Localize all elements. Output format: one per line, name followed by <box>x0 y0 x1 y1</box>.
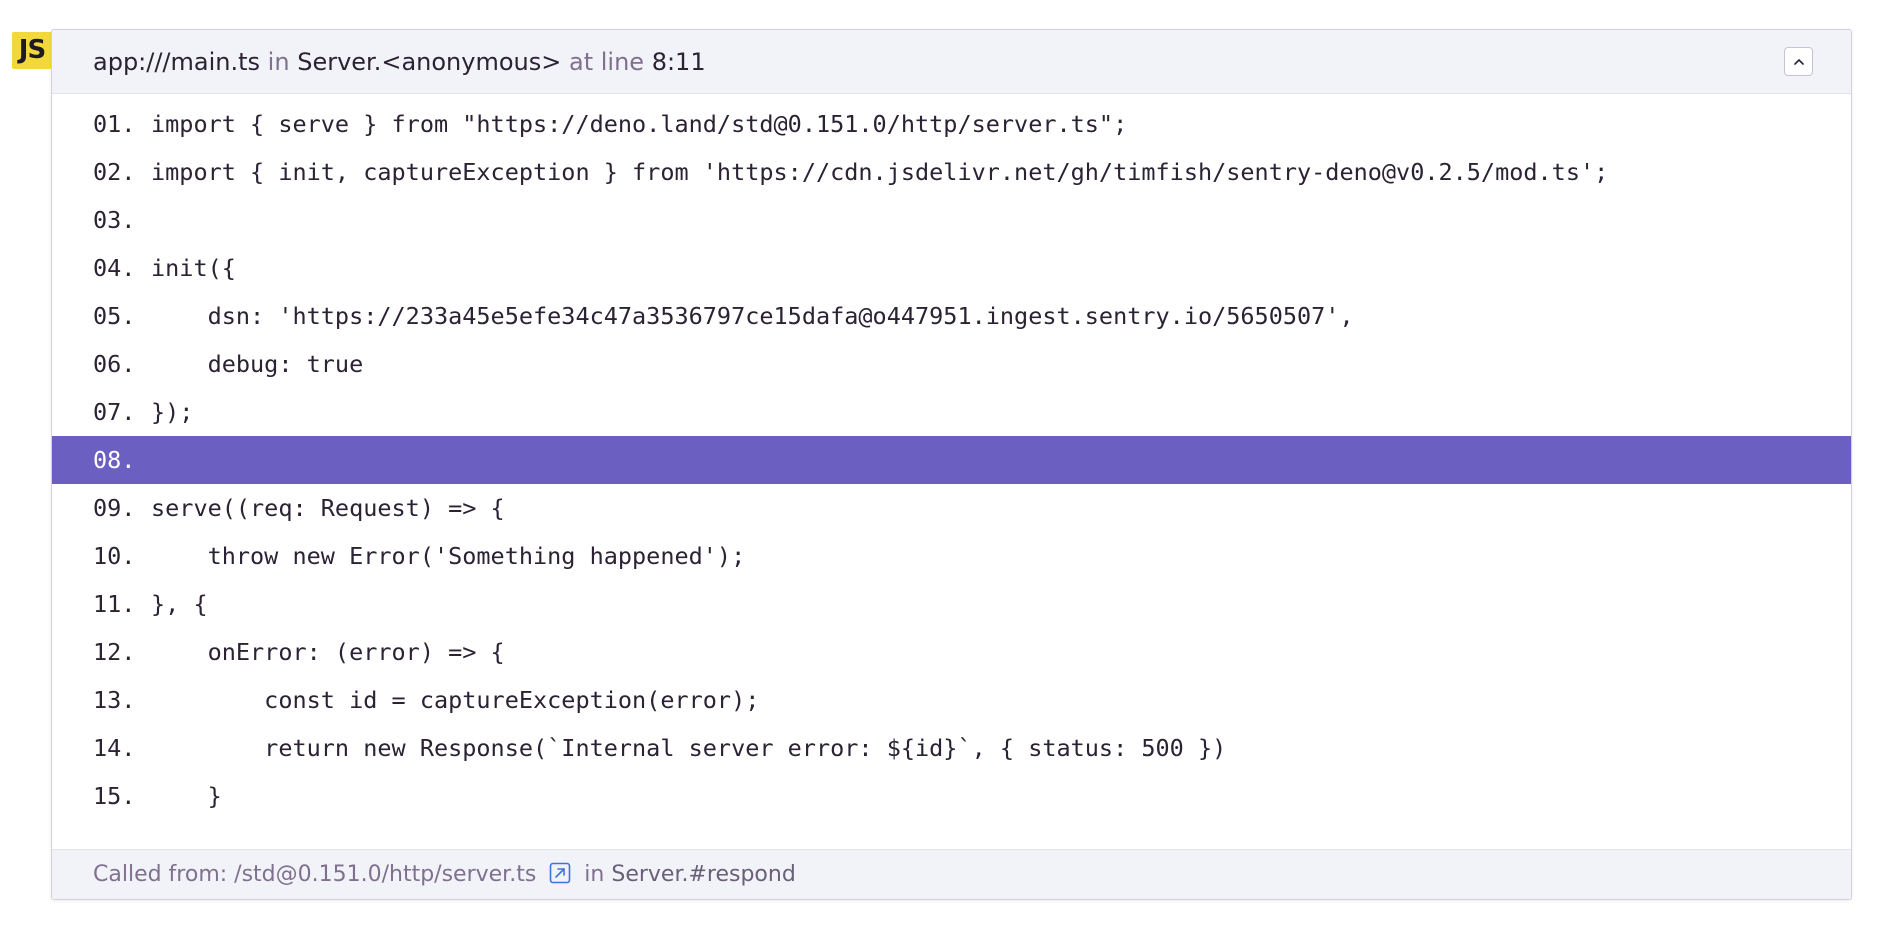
code-line: 10. throw new Error('Something happened'… <box>52 532 1851 580</box>
code-line: 02. import { init, captureException } fro… <box>52 148 1851 196</box>
line-code: } <box>151 782 222 810</box>
called-from-label: Called from: /std@0.151.0/http/server.ts <box>93 862 537 887</box>
line-code: return new Response(`Internal server err… <box>151 734 1227 762</box>
line-number: 09. <box>93 494 136 522</box>
code-line: 03. <box>52 196 1851 244</box>
code-line: 06. debug: true <box>52 340 1851 388</box>
collapse-button[interactable] <box>1784 47 1813 76</box>
line-number: 01. <box>93 110 136 138</box>
line-number: 07. <box>93 398 136 426</box>
line-code: dsn: 'https://233a45e5efe34c47a3536797ce… <box>151 302 1354 330</box>
code-line: 04. init({ <box>52 244 1851 292</box>
code-line: 12. onError: (error) => { <box>52 628 1851 676</box>
code-line: 09. serve((req: Request) => { <box>52 484 1851 532</box>
line-code: serve((req: Request) => { <box>151 494 505 522</box>
code-line: 11. }, { <box>52 580 1851 628</box>
line-code: import { init, captureException } from '… <box>151 158 1609 186</box>
frame-filename: app:///main.ts <box>93 48 261 76</box>
line-code: init({ <box>151 254 236 282</box>
line-code: debug: true <box>151 350 364 378</box>
code-line: 15. } <box>52 772 1851 820</box>
line-code: }, { <box>151 590 208 618</box>
line-number: 08. <box>93 446 136 474</box>
line-code: }); <box>151 398 194 426</box>
line-number: 14. <box>93 734 136 762</box>
line-code: onError: (error) => { <box>151 638 505 666</box>
stack-frame: app:///main.ts in Server.<anonymous> at … <box>51 29 1852 900</box>
line-number: 03. <box>93 206 136 234</box>
footer-in-label: in <box>584 862 605 887</box>
line-code: import { serve } from "https://deno.land… <box>151 110 1128 138</box>
code-context: 01. import { serve } from "https://deno.l… <box>52 94 1851 820</box>
external-link-icon[interactable] <box>549 862 571 884</box>
frame-function: Server.<anonymous> <box>297 48 562 76</box>
code-line: 01. import { serve } from "https://deno.l… <box>52 100 1851 148</box>
code-line: 14. return new Response(`Internal server… <box>52 724 1851 772</box>
line-number: 04. <box>93 254 136 282</box>
frame-title: app:///main.ts in Server.<anonymous> at … <box>93 30 706 94</box>
line-number: 05. <box>93 302 136 330</box>
code-line: 13. const id = captureException(error); <box>52 676 1851 724</box>
line-number: 10. <box>93 542 136 570</box>
line-number: 13. <box>93 686 136 714</box>
caller-function: Server.#respond <box>611 862 796 887</box>
line-code: const id = captureException(error); <box>151 686 760 714</box>
chevron-up-icon <box>1793 58 1804 65</box>
platform-js-icon: JS <box>12 32 52 69</box>
code-line: 07.}); <box>52 388 1851 436</box>
line-number: 06. <box>93 350 136 378</box>
line-number: 02. <box>93 158 136 186</box>
line-code: throw new Error('Something happened'); <box>151 542 746 570</box>
frame-at-line-label: at line <box>568 48 645 76</box>
frame-header[interactable]: app:///main.ts in Server.<anonymous> at … <box>52 30 1851 94</box>
line-number: 11. <box>93 590 136 618</box>
frame-location: 8:11 <box>651 48 706 76</box>
line-number: 15. <box>93 782 136 810</box>
code-line-active: 08. <box>52 436 1851 484</box>
frame-footer: Called from: /std@0.151.0/http/server.ts… <box>52 849 1851 899</box>
code-line: 05. dsn: 'https://233a45e5efe34c47a35367… <box>52 292 1851 340</box>
line-number: 12. <box>93 638 136 666</box>
frame-in-label: in <box>267 48 290 76</box>
